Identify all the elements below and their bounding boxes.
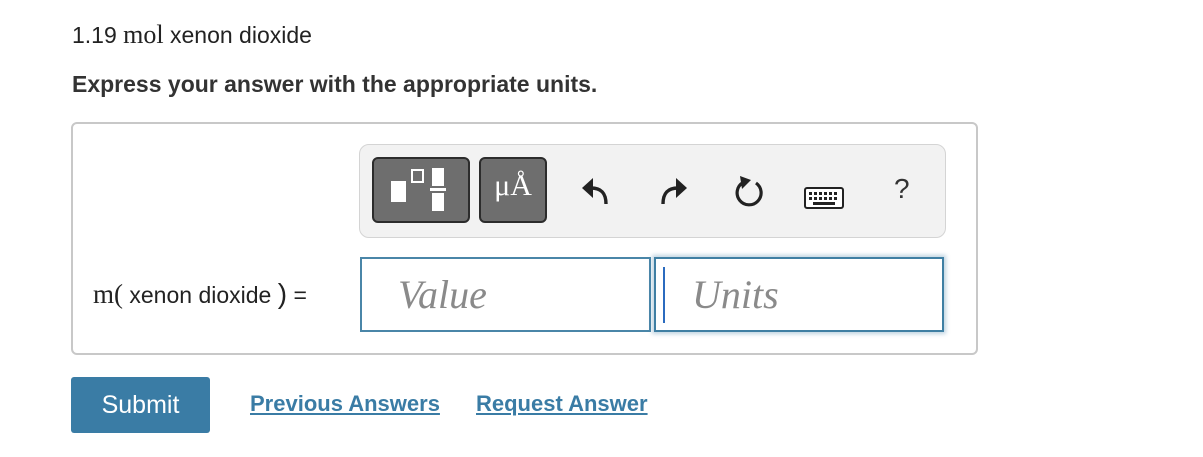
keyboard-icon[interactable] bbox=[804, 187, 844, 209]
substance-name: xenon dioxide bbox=[170, 22, 312, 48]
request-answer-link[interactable]: Request Answer bbox=[476, 391, 648, 417]
redo-icon[interactable] bbox=[657, 175, 687, 207]
units-icon: μÅ bbox=[494, 169, 532, 202]
help-icon[interactable]: ? bbox=[894, 173, 910, 205]
label-substance: xenon dioxide bbox=[129, 282, 272, 308]
templates-icon bbox=[391, 168, 446, 211]
templates-button[interactable] bbox=[372, 157, 470, 223]
units-button[interactable]: μÅ bbox=[479, 157, 547, 223]
question-text: 1.19 mol xenon dioxide bbox=[72, 20, 312, 50]
submit-button[interactable]: Submit bbox=[71, 377, 210, 433]
units-input[interactable]: Units bbox=[654, 257, 944, 332]
instruction-text: Express your answer with the appropriate… bbox=[72, 71, 598, 97]
amount-value: 1.19 bbox=[72, 22, 117, 48]
undo-icon[interactable] bbox=[582, 175, 612, 207]
unit-symbol: mol bbox=[123, 20, 164, 49]
text-cursor bbox=[663, 267, 665, 323]
previous-answers-link[interactable]: Previous Answers bbox=[250, 391, 440, 417]
value-placeholder: Value bbox=[398, 272, 487, 317]
value-input[interactable]: Value bbox=[360, 257, 651, 332]
math-toolbar: μÅ ? bbox=[359, 144, 946, 238]
units-placeholder: Units bbox=[692, 272, 779, 317]
equals-sign: = bbox=[293, 282, 307, 308]
reset-icon[interactable] bbox=[732, 175, 766, 209]
answer-variable-label: m( xenon dioxide ) = bbox=[93, 278, 307, 310]
close-paren: ) bbox=[277, 278, 288, 309]
function-symbol: m( bbox=[93, 279, 123, 309]
